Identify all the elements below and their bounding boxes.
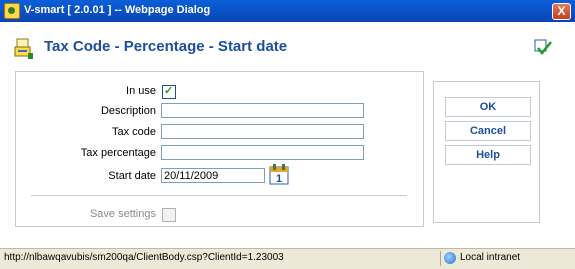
ok-button[interactable]: OK: [445, 97, 531, 117]
description-input[interactable]: [161, 103, 364, 118]
tax-percentage-label: Tax percentage: [80, 147, 156, 159]
save-settings-label: Save settings: [89, 208, 156, 220]
in-use-checkbox[interactable]: [162, 84, 176, 99]
status-zone: Local intranet: [460, 252, 521, 263]
close-button[interactable]: X: [552, 3, 571, 20]
button-panel: OK Cancel Help: [433, 81, 540, 223]
status-url: http://nlbawqavubis/sm200qa/ClientBody.c…: [4, 252, 284, 263]
tax-code-icon: [14, 38, 33, 59]
start-date-label: Start date: [108, 170, 156, 182]
description-label: Description: [100, 105, 156, 117]
save-settings-checkbox[interactable]: [162, 208, 176, 222]
form-panel: In use Description Tax code Tax percenta…: [15, 71, 424, 227]
form-divider: [31, 195, 407, 196]
in-use-label: In use: [126, 85, 156, 97]
check-icon[interactable]: [534, 39, 552, 57]
tax-percentage-input[interactable]: [161, 145, 364, 160]
help-button[interactable]: Help: [445, 145, 531, 165]
status-separator: [440, 251, 441, 266]
page-title: Tax Code - Percentage - Start date: [44, 38, 288, 55]
tax-code-input[interactable]: [161, 124, 364, 139]
cancel-button[interactable]: Cancel: [445, 121, 531, 141]
start-date-input[interactable]: [161, 168, 265, 183]
tax-code-label: Tax code: [111, 126, 156, 138]
dialog-window: V-smart [ 2.0.01 ] -- Webpage Dialog X T…: [0, 0, 575, 269]
app-icon: [4, 3, 20, 19]
status-bar: http://nlbawqavubis/sm200qa/ClientBody.c…: [0, 248, 575, 269]
globe-icon: [444, 252, 456, 264]
svg-text:1: 1: [276, 173, 282, 185]
calendar-icon[interactable]: 1: [269, 164, 289, 185]
window-title: V-smart [ 2.0.01 ] -- Webpage Dialog: [24, 4, 211, 16]
title-bar: V-smart [ 2.0.01 ] -- Webpage Dialog X: [0, 0, 575, 22]
